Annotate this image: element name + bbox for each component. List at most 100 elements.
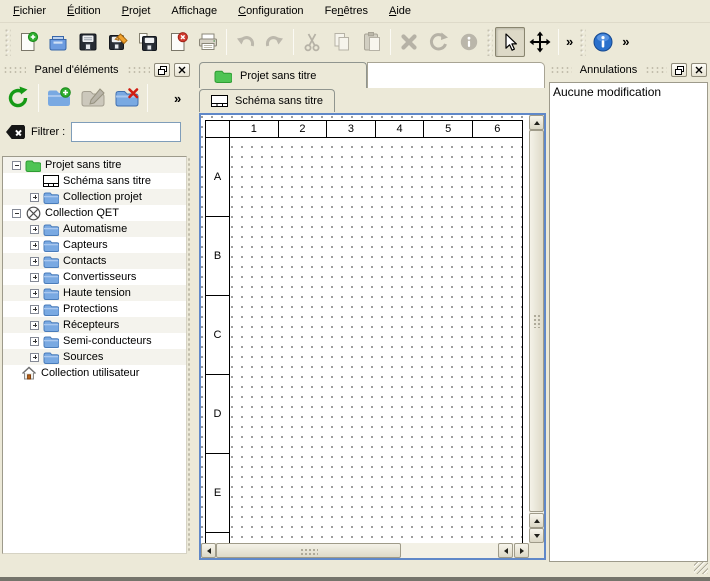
expand-expander-icon[interactable] bbox=[30, 257, 39, 266]
menu-label: ichier bbox=[20, 5, 46, 17]
redo-button[interactable] bbox=[260, 27, 290, 57]
toolbar-drag-handle[interactable] bbox=[579, 28, 586, 56]
float-panel-button[interactable] bbox=[154, 63, 170, 77]
schema-canvas[interactable]: 1 2 3 4 5 6 A B C D E bbox=[201, 115, 529, 543]
select-mode-button[interactable] bbox=[495, 27, 525, 57]
vertical-scrollbar[interactable] bbox=[529, 115, 544, 543]
collapse-expander-icon[interactable] bbox=[12, 161, 21, 170]
clear-filter-icon[interactable] bbox=[6, 125, 25, 139]
tree-item-contacts[interactable]: Contacts bbox=[3, 253, 186, 269]
scroll-right-button[interactable] bbox=[514, 543, 529, 558]
menu-affichage[interactable]: Affichage bbox=[162, 2, 226, 20]
tree-item-collection-projet[interactable]: Collection projet bbox=[3, 189, 186, 205]
column-header: 3 bbox=[327, 121, 376, 138]
tree-item-sources[interactable]: Sources bbox=[3, 349, 186, 365]
menu-fenetres[interactable]: Fenêtres bbox=[316, 2, 377, 20]
move-mode-button[interactable] bbox=[525, 27, 555, 57]
close-document-button[interactable] bbox=[163, 27, 193, 57]
diagram-info-button[interactable] bbox=[588, 27, 618, 57]
qet-logo-icon bbox=[25, 206, 41, 220]
scroll-up-button[interactable] bbox=[529, 115, 544, 130]
panel-toolbar-overflow-button[interactable]: » bbox=[170, 91, 185, 106]
toolbar-drag-handle[interactable] bbox=[486, 28, 493, 56]
dock-splitter-handle[interactable] bbox=[187, 157, 192, 553]
column-header: 2 bbox=[279, 121, 328, 138]
toolbar-overflow-button[interactable]: » bbox=[562, 34, 577, 49]
expand-expander-icon[interactable] bbox=[30, 241, 39, 250]
new-category-button[interactable] bbox=[43, 82, 75, 114]
row-header: A bbox=[206, 138, 229, 217]
expand-expander-icon[interactable] bbox=[30, 321, 39, 330]
scroll-left-button[interactable] bbox=[498, 543, 513, 558]
filter-input[interactable] bbox=[71, 122, 181, 142]
close-panel-button[interactable] bbox=[174, 63, 190, 77]
paste-button[interactable] bbox=[357, 27, 387, 57]
main-toolbar: » » bbox=[0, 23, 710, 60]
tree-item-collection-qet[interactable]: Collection QET bbox=[3, 205, 186, 221]
information-button[interactable] bbox=[454, 27, 484, 57]
save-button[interactable] bbox=[73, 27, 103, 57]
expand-expander-icon[interactable] bbox=[30, 225, 39, 234]
vertical-scrollbar-thumb[interactable] bbox=[529, 130, 544, 512]
expand-expander-icon[interactable] bbox=[30, 353, 39, 362]
print-button[interactable] bbox=[193, 27, 223, 57]
open-project-button[interactable] bbox=[43, 27, 73, 57]
tree-item-collection-utilisateur[interactable]: Collection utilisateur bbox=[3, 365, 186, 381]
rotate-button[interactable] bbox=[424, 27, 454, 57]
horizontal-scrollbar[interactable] bbox=[201, 543, 529, 558]
reload-collections-button[interactable] bbox=[2, 82, 34, 114]
tree-item-convertisseurs[interactable]: Convertisseurs bbox=[3, 269, 186, 285]
expand-expander-icon[interactable] bbox=[30, 273, 39, 282]
tree-item-projet-sans-titre[interactable]: Projet sans titre bbox=[3, 157, 186, 173]
tree-item-haute-tension[interactable]: Haute tension bbox=[3, 285, 186, 301]
folder-icon bbox=[43, 190, 59, 204]
scroll-left-button[interactable] bbox=[201, 543, 216, 558]
menu-projet[interactable]: Projet bbox=[113, 2, 160, 20]
edit-category-button[interactable] bbox=[77, 82, 109, 114]
horizontal-scrollbar-thumb[interactable] bbox=[216, 543, 401, 558]
menu-fichier[interactable]: Fichier bbox=[4, 2, 55, 20]
expand-expander-icon[interactable] bbox=[30, 289, 39, 298]
tab-projet-sans-titre[interactable]: Projet sans titre bbox=[199, 62, 367, 88]
tree-item-capteurs[interactable]: Capteurs bbox=[3, 237, 186, 253]
tree-item-semi-conducteurs[interactable]: Semi-conducteurs bbox=[3, 333, 186, 349]
toolbar-overflow-button[interactable]: » bbox=[618, 34, 633, 49]
menu-aide[interactable]: Aide bbox=[380, 2, 420, 20]
menu-configuration[interactable]: Configuration bbox=[229, 2, 312, 20]
expand-expander-icon[interactable] bbox=[30, 305, 39, 314]
tab-schema-sans-titre[interactable]: Schéma sans titre bbox=[199, 89, 335, 112]
tree-item-schema-sans-titre[interactable]: Schéma sans titre bbox=[3, 173, 186, 189]
undo-button[interactable] bbox=[230, 27, 260, 57]
collapse-expander-icon[interactable] bbox=[12, 209, 21, 218]
undo-panel-titlebar[interactable]: Annulations bbox=[547, 61, 710, 79]
close-panel-button[interactable] bbox=[691, 63, 707, 77]
window-resize-grip[interactable] bbox=[694, 562, 708, 574]
scroll-down-button[interactable] bbox=[529, 528, 544, 543]
toolbar-separator bbox=[38, 84, 39, 112]
new-document-button[interactable] bbox=[13, 27, 43, 57]
scroll-up-button[interactable] bbox=[529, 513, 544, 528]
save-all-button[interactable] bbox=[133, 27, 163, 57]
toolbar-drag-handle[interactable] bbox=[4, 28, 11, 56]
save-as-button[interactable] bbox=[103, 27, 133, 57]
delete-button[interactable] bbox=[394, 27, 424, 57]
float-panel-button[interactable] bbox=[671, 63, 687, 77]
elements-panel-titlebar[interactable]: Panel d'éléments bbox=[0, 61, 193, 79]
menu-edition[interactable]: Édition bbox=[58, 2, 110, 20]
column-header: 6 bbox=[473, 121, 522, 138]
folder-icon bbox=[43, 254, 59, 268]
tree-item-label: Haute tension bbox=[63, 287, 131, 299]
cut-button[interactable] bbox=[297, 27, 327, 57]
undo-icon bbox=[234, 31, 256, 53]
elements-panel-title: Panel d'éléments bbox=[30, 64, 122, 76]
tree-item-automatisme[interactable]: Automatisme bbox=[3, 221, 186, 237]
expand-expander-icon[interactable] bbox=[30, 337, 39, 346]
undo-list-item[interactable]: Aucune modification bbox=[550, 83, 707, 101]
tree-item-protections[interactable]: Protections bbox=[3, 301, 186, 317]
delete-category-button[interactable] bbox=[111, 82, 143, 114]
title-block-frame: 1 2 3 4 5 6 A B C D E bbox=[205, 120, 523, 543]
tree-item-recepteurs[interactable]: Récepteurs bbox=[3, 317, 186, 333]
tree-item-label: Collection QET bbox=[45, 207, 119, 219]
expand-expander-icon[interactable] bbox=[30, 193, 39, 202]
copy-button[interactable] bbox=[327, 27, 357, 57]
